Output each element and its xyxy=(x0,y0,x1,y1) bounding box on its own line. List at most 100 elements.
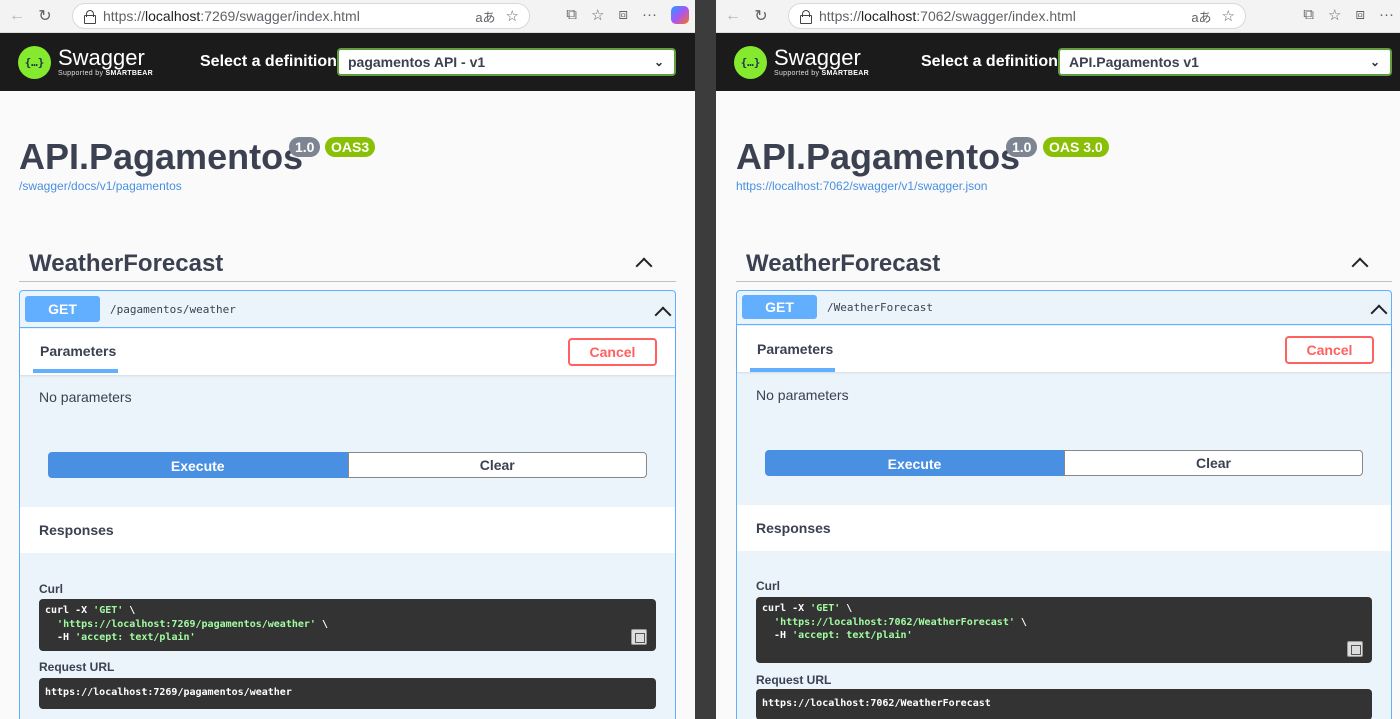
address-url[interactable]: https://localhost:7062/swagger/index.htm… xyxy=(819,8,1076,24)
spec-link[interactable]: https://localhost:7062/swagger/v1/swagge… xyxy=(736,179,987,193)
chevron-up-icon[interactable] xyxy=(636,256,650,270)
favorites-icon[interactable]: ☆ xyxy=(591,6,604,24)
clear-button[interactable]: Clear xyxy=(1064,450,1363,476)
back-icon[interactable]: ← xyxy=(722,5,744,27)
execute-button[interactable]: Execute xyxy=(765,450,1064,476)
spec-link[interactable]: /swagger/docs/v1/pagamentos xyxy=(19,179,182,193)
back-icon[interactable]: ← xyxy=(6,5,28,27)
right-browser-window: ← ↻ https://localhost:7062/swagger/index… xyxy=(716,0,1400,719)
address-bar[interactable]: https://localhost:7062/swagger/index.htm… xyxy=(788,3,1246,29)
supported-by: Supported by xyxy=(58,70,104,77)
no-parameters-text: No parameters xyxy=(756,387,849,403)
clear-button[interactable]: Clear xyxy=(347,452,647,478)
execute-button[interactable]: Execute xyxy=(48,452,348,478)
browser-toolbar: ← ↻ https://localhost:7062/swagger/index… xyxy=(716,0,1400,33)
tab-parameters[interactable]: Parameters xyxy=(40,343,116,359)
curl-label: Curl xyxy=(39,582,63,596)
operation-block: GET /WeatherForecast Parameters Cancel N… xyxy=(736,290,1392,719)
page-title: API.Pagamentos xyxy=(736,136,1021,177)
extensions-icon[interactable]: ⧉ xyxy=(566,6,577,24)
request-url-label: Request URL xyxy=(39,660,115,674)
tag-name: WeatherForecast xyxy=(746,250,941,277)
tab-underline xyxy=(750,368,835,372)
curl-code-block[interactable]: curl -X 'GET' \ 'https://localhost:7062/… xyxy=(756,597,1372,663)
definition-select-value: API.Pagamentos v1 xyxy=(1069,54,1199,70)
collections-icon[interactable]: ⧈ xyxy=(1355,6,1365,24)
smartbear: SMARTBEAR xyxy=(821,70,869,77)
swagger-logo-icon: {…} xyxy=(734,45,767,79)
lock-icon[interactable] xyxy=(83,10,96,24)
refresh-icon[interactable]: ↻ xyxy=(34,5,56,27)
page-title: API.Pagamentos xyxy=(19,136,304,177)
chevron-up-icon[interactable] xyxy=(1352,256,1366,270)
window-divider[interactable] xyxy=(695,0,716,719)
responses-header: Responses xyxy=(737,505,1391,551)
curl-code-block[interactable]: curl -X 'GET' \ 'https://localhost:7269/… xyxy=(39,599,656,651)
copy-to-clipboard-icon[interactable] xyxy=(1347,641,1363,657)
request-url-label: Request URL xyxy=(756,673,832,687)
left-browser-window: ← ↻ https://localhost:7269/swagger/index… xyxy=(0,0,695,719)
execute-button-group: Execute Clear xyxy=(765,450,1363,476)
supported-by: Supported by xyxy=(774,70,820,77)
select-definition-label: Select a definition xyxy=(200,53,337,70)
version-badge: 1.0 xyxy=(289,137,321,157)
swagger-logo[interactable]: {…} Swagger Supported by SMARTBEAR xyxy=(18,45,153,79)
operation-path: /pagamentos/weather xyxy=(110,303,236,316)
swagger-brand: Swagger xyxy=(774,45,861,70)
operation-summary[interactable]: GET /WeatherForecast xyxy=(737,291,1391,325)
no-parameters-text: No parameters xyxy=(39,389,132,405)
definition-select-value: pagamentos API - v1 xyxy=(348,54,486,70)
address-bar[interactable]: https://localhost:7269/swagger/index.htm… xyxy=(72,3,530,29)
copy-to-clipboard-icon[interactable] xyxy=(631,629,647,645)
oas-badge: OAS 3.0 xyxy=(1043,137,1109,157)
oas-badge: OAS3 xyxy=(325,137,376,157)
execute-button-group: Execute Clear xyxy=(48,452,647,478)
favorite-star-icon[interactable]: ☆ xyxy=(1222,7,1235,25)
refresh-icon[interactable]: ↻ xyxy=(750,5,772,27)
responses-header: Responses xyxy=(20,507,675,553)
operation-block: GET /pagamentos/weather Parameters Cance… xyxy=(19,290,676,719)
operation-summary[interactable]: GET /pagamentos/weather xyxy=(20,291,675,328)
chevron-down-icon: ⌄ xyxy=(1369,55,1380,69)
menu-icon[interactable]: ··· xyxy=(1379,6,1394,24)
operation-path: /WeatherForecast xyxy=(827,301,933,314)
tag-section-header[interactable]: WeatherForecast xyxy=(19,242,676,282)
curl-label: Curl xyxy=(756,579,780,593)
definition-select[interactable]: pagamentos API - v1 ⌄ xyxy=(337,48,676,76)
swagger-topbar: {…} Swagger Supported by SMARTBEAR Selec… xyxy=(716,33,1400,91)
collections-icon[interactable]: ⧈ xyxy=(618,6,628,24)
favorite-star-icon[interactable]: ☆ xyxy=(506,7,519,25)
method-badge: GET xyxy=(742,295,817,319)
chevron-up-icon[interactable] xyxy=(1371,303,1385,317)
definition-select[interactable]: API.Pagamentos v1 ⌄ xyxy=(1058,48,1392,76)
favorites-icon[interactable]: ☆ xyxy=(1328,6,1341,24)
copilot-icon[interactable] xyxy=(671,6,689,24)
request-url-block[interactable]: https://localhost:7062/WeatherForecast xyxy=(756,689,1372,719)
swagger-logo[interactable]: {…} Swagger Supported by SMARTBEAR xyxy=(734,45,869,79)
responses-label: Responses xyxy=(756,520,831,536)
select-definition-label: Select a definition xyxy=(921,53,1058,70)
parameters-header: Parameters Cancel xyxy=(20,329,675,375)
read-aloud-icon[interactable]: aあ xyxy=(475,7,495,26)
lock-icon[interactable] xyxy=(799,10,812,24)
cancel-button[interactable]: Cancel xyxy=(1285,336,1374,364)
tab-parameters[interactable]: Parameters xyxy=(757,341,833,357)
tag-name: WeatherForecast xyxy=(29,250,224,277)
request-url-block[interactable]: https://localhost:7269/pagamentos/weathe… xyxy=(39,678,656,709)
address-url[interactable]: https://localhost:7269/swagger/index.htm… xyxy=(103,8,360,24)
screenshot: ← ↻ https://localhost:7269/swagger/index… xyxy=(0,0,1400,719)
chevron-up-icon[interactable] xyxy=(655,305,669,319)
menu-icon[interactable]: ··· xyxy=(642,6,657,24)
method-badge: GET xyxy=(25,296,100,322)
extensions-icon[interactable]: ⧉ xyxy=(1303,6,1314,24)
tab-underline xyxy=(33,369,118,373)
responses-label: Responses xyxy=(39,522,114,538)
swagger-brand: Swagger xyxy=(58,45,145,70)
browser-extensions: ⧉ ☆ ⧈ ··· xyxy=(1303,6,1394,24)
tag-section-header[interactable]: WeatherForecast xyxy=(736,242,1392,282)
swagger-topbar: {…} Swagger Supported by SMARTBEAR Selec… xyxy=(0,33,695,91)
cancel-button[interactable]: Cancel xyxy=(568,338,657,366)
version-badge: 1.0 xyxy=(1006,137,1038,157)
browser-extensions: ⧉ ☆ ⧈ ··· xyxy=(566,6,689,24)
read-aloud-icon[interactable]: aあ xyxy=(1191,7,1211,26)
